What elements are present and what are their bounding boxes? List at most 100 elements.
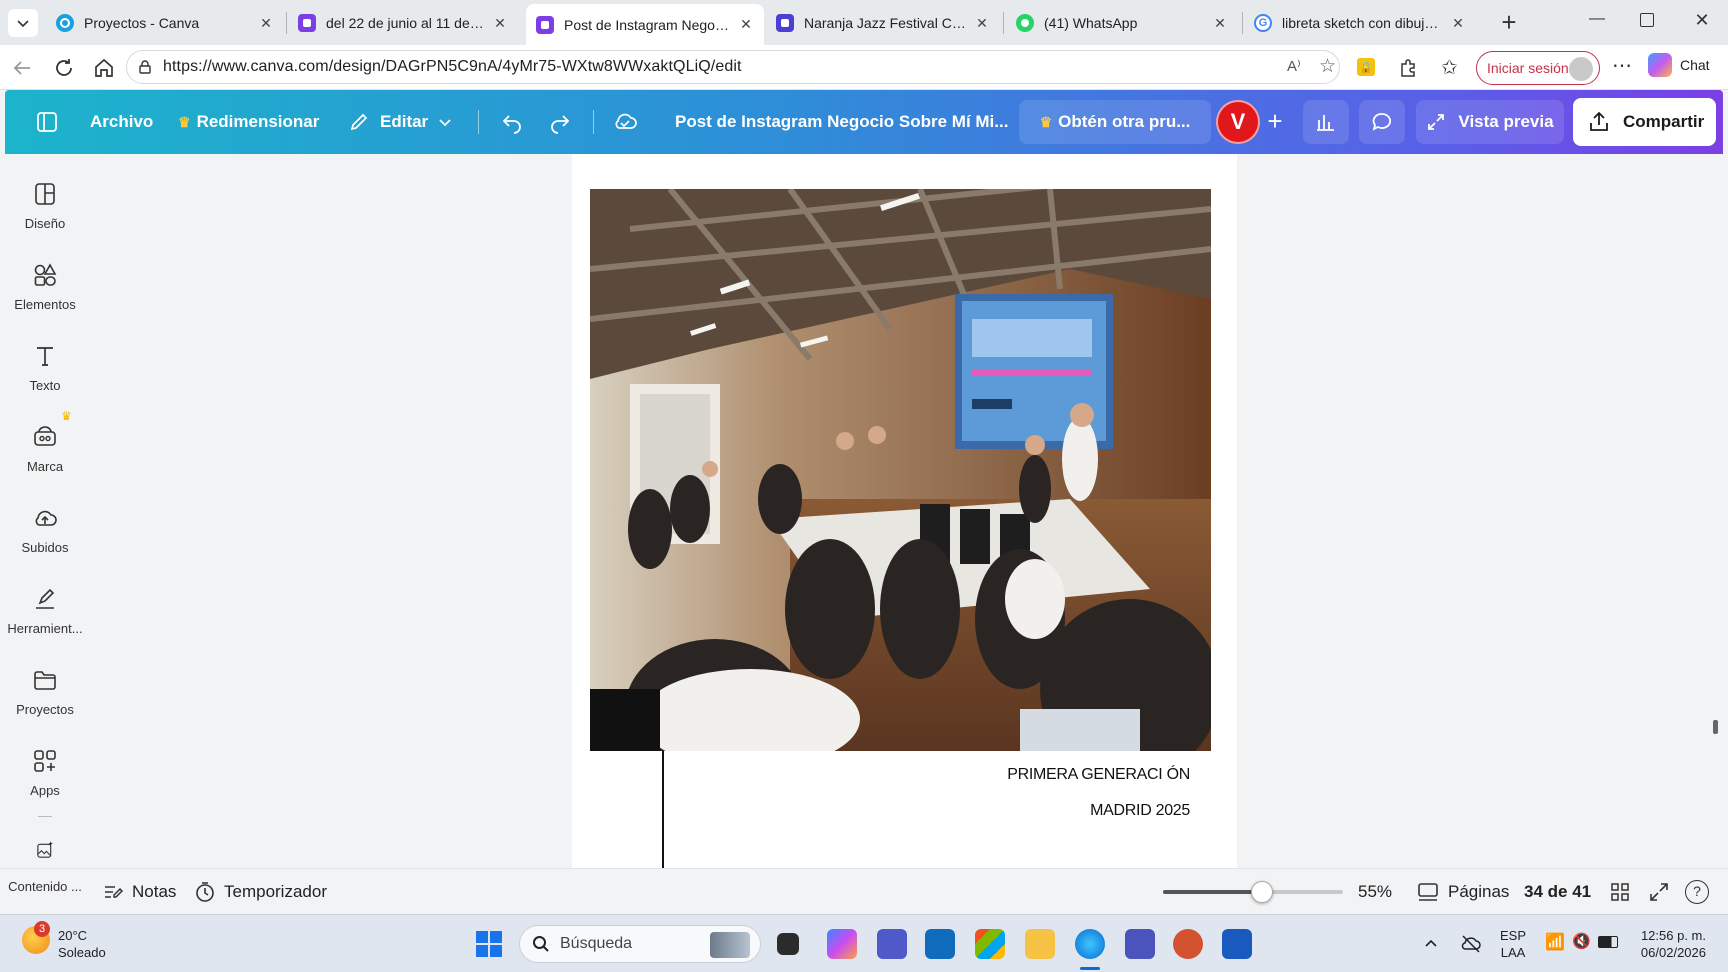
sidebar-item-brand[interactable]: ♛ Marca <box>5 409 85 474</box>
fullscreen-icon[interactable] <box>1648 881 1670 903</box>
vertical-scrollbar-thumb[interactable] <box>1713 720 1718 734</box>
design-title[interactable]: Post de Instagram Negocio Sobre Mí Mi... <box>675 90 1008 154</box>
page-counter[interactable]: 34 de 41 <box>1524 869 1591 915</box>
edit-menu[interactable]: Editar <box>348 90 452 154</box>
side-panel-toggle-icon[interactable] <box>35 110 59 134</box>
sidebar-item-apps[interactable]: Apps <box>5 747 85 798</box>
copilot-icon <box>1648 53 1672 77</box>
read-aloud-icon[interactable]: A⁾ <box>1287 57 1301 75</box>
extension-icon[interactable]: 🔒 <box>1357 58 1375 76</box>
tab-list-button[interactable] <box>8 9 38 37</box>
lang-primary: ESP <box>1500 928 1527 943</box>
timer-button[interactable]: Temporizador <box>194 869 327 915</box>
tab-separator <box>286 12 287 34</box>
more-options-icon[interactable]: ⋯ <box>1612 53 1632 78</box>
extensions-puzzle-icon[interactable] <box>1397 57 1419 79</box>
browser-tab[interactable]: Naranja Jazz Festival Concierto ✕ <box>766 5 1000 41</box>
taskbar-search[interactable]: Búsqueda <box>519 925 761 963</box>
zoom-level[interactable]: 55% <box>1358 869 1392 915</box>
canva-design-icon <box>536 15 554 34</box>
archivo-menu[interactable]: Archivo <box>90 90 153 154</box>
zoom-slider-handle[interactable] <box>1251 881 1273 903</box>
store-icon[interactable] <box>975 929 1005 959</box>
new-tab-button[interactable]: + <box>1496 9 1522 36</box>
clock[interactable]: 12:56 p. m. 06/02/2026 <box>1630 927 1706 961</box>
home-icon[interactable] <box>92 56 116 80</box>
minimize-button[interactable]: — <box>1585 10 1609 34</box>
canva-design-icon <box>776 14 794 32</box>
sidebar-item-text[interactable]: Texto <box>5 342 85 393</box>
notes-button[interactable]: Notas <box>102 869 176 915</box>
preview-button[interactable]: Vista previa <box>1416 100 1564 144</box>
favorite-star-icon[interactable]: ☆ <box>1319 55 1336 78</box>
url-field[interactable]: https://www.canva.com/design/DAGrPN5C9nA… <box>126 50 1340 84</box>
cloud-offline-icon[interactable] <box>1460 933 1482 955</box>
grid-view-icon[interactable] <box>1609 881 1631 903</box>
close-icon[interactable]: ✕ <box>258 15 274 31</box>
teams-work-icon[interactable] <box>1125 929 1155 959</box>
favorites-icon[interactable]: ✩ <box>1441 55 1458 80</box>
chevron-up-icon[interactable] <box>1424 937 1438 951</box>
sign-in-button[interactable]: Iniciar sesión <box>1476 51 1600 85</box>
copilot-chat-button[interactable]: Chat <box>1648 53 1710 77</box>
sidebar-item-label[interactable]: Contenido ... <box>5 879 85 894</box>
zoom-slider-fill <box>1163 890 1262 894</box>
back-arrow-icon[interactable] <box>10 56 34 80</box>
comments-button[interactable] <box>1359 100 1405 144</box>
active-app-indicator <box>1080 967 1100 970</box>
word-icon[interactable] <box>1222 929 1252 959</box>
browser-tab[interactable]: (41) WhatsApp ✕ <box>1006 5 1238 41</box>
teams-icon[interactable] <box>877 929 907 959</box>
browser-tab[interactable]: G libreta sketch con dibujos de ✕ <box>1244 5 1476 41</box>
close-icon[interactable]: ✕ <box>1212 15 1228 31</box>
restore-button[interactable] <box>1640 13 1654 27</box>
task-view-icon[interactable] <box>777 933 799 955</box>
browser-tab-active[interactable]: Post de Instagram Negocio Sobre Mí ✕ <box>526 4 764 45</box>
insights-button[interactable] <box>1303 100 1349 144</box>
share-button[interactable]: Compartir <box>1573 98 1716 146</box>
sidebar-item-label: Diseño <box>24 216 66 231</box>
sidebar-item-design[interactable]: Diseño <box>5 180 85 231</box>
file-explorer-icon[interactable] <box>1025 929 1055 959</box>
sidebar-item-magic-media[interactable] <box>5 840 85 868</box>
lock-icon[interactable] <box>137 59 153 75</box>
cloud-saved-icon[interactable] <box>612 109 638 135</box>
event-photo[interactable] <box>590 189 1211 751</box>
browser-tab[interactable]: del 22 de junio al 11 de julio - ✕ <box>288 5 518 41</box>
help-icon[interactable]: ? <box>1685 880 1709 904</box>
sidebar-item-uploads[interactable]: Subidos <box>5 504 85 555</box>
edge-browser-icon[interactable] <box>1075 929 1105 959</box>
browser-tab[interactable]: Proyectos - Canva ✕ <box>46 5 284 41</box>
add-collaborator-button[interactable]: + <box>1261 108 1289 136</box>
wifi-icon[interactable]: 📶 <box>1545 932 1565 952</box>
undo-icon[interactable] <box>500 110 524 134</box>
close-icon[interactable]: ✕ <box>974 15 990 31</box>
pages-button[interactable]: Páginas <box>1416 869 1509 915</box>
sidebar-item-projects[interactable]: Proyectos <box>5 666 85 717</box>
weather-widget[interactable]: 20°C Soleado <box>58 927 106 961</box>
sidebar-item-elements[interactable]: Elementos <box>5 261 85 312</box>
windows-start-icon[interactable] <box>476 931 502 957</box>
language-indicator[interactable]: ESP LAA <box>1500 927 1526 961</box>
user-avatar[interactable]: V <box>1216 100 1260 144</box>
copilot-app-icon[interactable] <box>827 929 857 959</box>
outlook-icon[interactable] <box>925 929 955 959</box>
caption-line-1[interactable]: PRIMERA GENERACI ÓN <box>1007 766 1190 784</box>
battery-icon[interactable] <box>1598 936 1618 948</box>
resize-label: Redimensionar <box>196 112 320 131</box>
close-window-button[interactable]: ✕ <box>1690 10 1714 34</box>
folder-icon <box>34 671 56 690</box>
powerpoint-icon[interactable] <box>1173 929 1203 959</box>
upgrade-trial-button[interactable]: ♛ Obtén otra pru... <box>1019 100 1211 144</box>
redo-icon[interactable] <box>548 110 572 134</box>
caption-line-2[interactable]: MADRID 2025 <box>1090 802 1190 820</box>
cloud-upload-icon <box>35 510 57 526</box>
resize-button[interactable]: ♛ Redimensionar <box>178 90 319 154</box>
refresh-icon[interactable] <box>52 56 76 80</box>
close-icon[interactable]: ✕ <box>492 15 508 31</box>
zoom-slider[interactable] <box>1163 881 1343 903</box>
speaker-muted-icon[interactable]: 🔇 <box>1572 932 1591 950</box>
close-icon[interactable]: ✕ <box>1450 15 1466 31</box>
sidebar-item-tools[interactable]: Herramient... <box>5 585 85 636</box>
close-icon[interactable]: ✕ <box>738 16 754 33</box>
